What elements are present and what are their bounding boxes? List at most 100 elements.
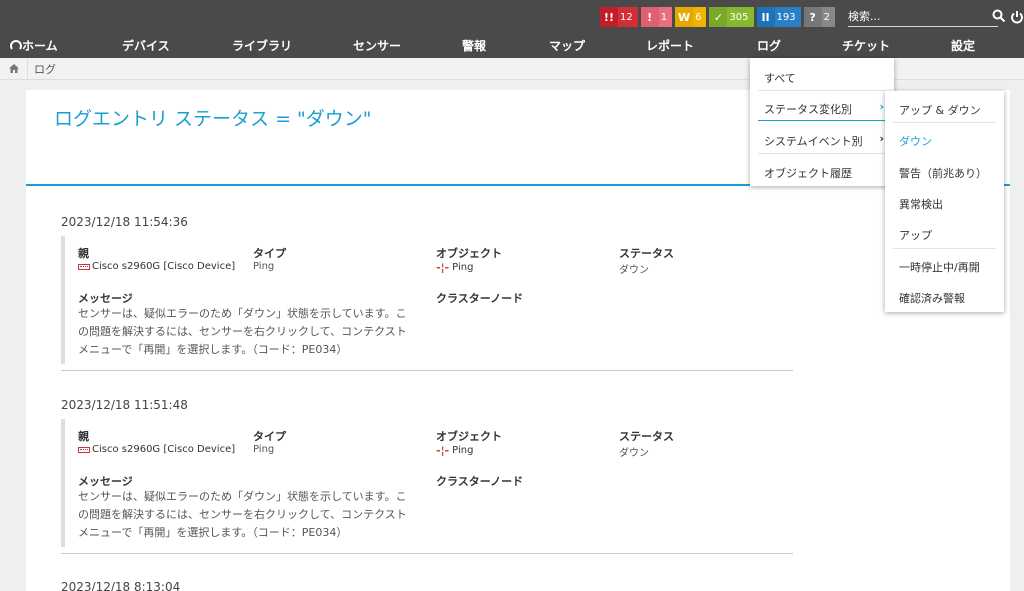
menu-item-all[interactable]: すべて — [764, 70, 796, 86]
submenu-item-paused[interactable]: 一時停止中/再開 — [899, 259, 980, 275]
message-line: メニューで「再開」を選択します。（コード：PE034） — [78, 526, 348, 539]
submenu-item-up-down[interactable]: アップ & ダウン — [899, 102, 981, 118]
status-label: ステータス — [619, 430, 674, 443]
search-input[interactable] — [848, 10, 968, 23]
chevron-right-icon: › — [879, 100, 884, 113]
nav-logs[interactable]: ログ — [757, 37, 781, 54]
menu-divider — [893, 122, 996, 123]
status-badge-up[interactable]: ✓ 305 — [709, 7, 754, 27]
entry-details: 親 Cisco s2960G [Cisco Device] タイプ Ping オ… — [61, 236, 793, 364]
type-value: Ping — [253, 444, 275, 455]
status-badge-down-partial[interactable]: ! 1 — [640, 7, 673, 27]
cluster-node-label: クラスターノード — [436, 292, 524, 305]
nav-alarms[interactable]: 警報 — [462, 37, 486, 54]
nav-sensors[interactable]: センサー — [353, 37, 401, 54]
status-badge-count: 6 — [693, 7, 707, 27]
cluster-node-label: クラスターノード — [436, 475, 524, 488]
power-icon[interactable] — [1010, 10, 1024, 24]
message-line: の問題を解決するには、センサーを右クリックして、コンテクスト — [78, 325, 407, 338]
entry-timestamp: 2023/12/18 11:51:48 — [61, 398, 188, 412]
object-label: オブジェクト — [436, 430, 502, 443]
submenu-item-unusual[interactable]: 異常検出 — [899, 196, 943, 212]
status-badge-icon: W — [675, 7, 694, 27]
nav-tickets[interactable]: チケット — [842, 37, 890, 54]
breadcrumb-home[interactable] — [0, 57, 28, 80]
object-value[interactable]: -¦- Ping — [436, 261, 473, 274]
nav-devices[interactable]: デバイス — [122, 37, 170, 54]
status-badge-warning[interactable]: W6 — [675, 7, 707, 27]
nav-reports[interactable]: レポート — [646, 37, 694, 54]
parent-label: 親 — [78, 247, 89, 260]
breadcrumb-current[interactable]: ログ — [28, 61, 56, 77]
status-badge-count: 12 — [617, 7, 638, 27]
status-value: ダウン — [619, 265, 649, 276]
status-badge-count: 1 — [658, 7, 673, 27]
device-icon — [78, 263, 90, 270]
chevron-right-icon: › — [879, 132, 884, 145]
message-text: センサーは、疑似エラーのため「ダウン」状態を示しています。こ の問題を解決するに… — [78, 305, 423, 359]
prtg-logo-icon — [10, 40, 22, 50]
entry-timestamp: 2023/12/18 11:54:36 — [61, 215, 188, 229]
ping-sensor-icon: -¦- — [436, 444, 450, 457]
type-label: タイプ — [253, 247, 286, 260]
status-badge-icon: ? — [803, 7, 822, 27]
status-value: ダウン — [619, 448, 649, 459]
menu-item-by-status[interactable]: ステータス変化別 — [764, 101, 852, 117]
submenu-item-warning[interactable]: 警告（前兆あり） — [899, 165, 987, 181]
message-line: センサーは、疑似エラーのため「ダウン」状態を示しています。こ — [78, 307, 407, 320]
parent-label: 親 — [78, 430, 89, 443]
parent-text: Cisco s2960G [Cisco Device] — [92, 444, 236, 455]
log-entry: 2023/12/18 11:51:48 親 Cisco s2960G [Cisc… — [61, 398, 793, 554]
status-badge-down-alarms[interactable]: !! 12 — [599, 7, 638, 27]
entry-separator — [61, 553, 793, 554]
status-badge-icon: ! — [640, 7, 659, 27]
nav-setup[interactable]: 設定 — [951, 37, 975, 54]
logs-menu: すべて ステータス変化別 › システムイベント別 › オブジェクト履歴 — [750, 58, 894, 186]
object-label: オブジェクト — [436, 247, 502, 260]
log-entry: 2023/12/18 11:54:36 親 Cisco s2960G [Cisc… — [61, 215, 793, 371]
parent-value[interactable]: Cisco s2960G [Cisco Device] — [78, 261, 235, 272]
log-entry: 2023/12/18 8:13:04 — [61, 580, 793, 591]
nav-library[interactable]: ライブラリ — [232, 37, 292, 54]
submenu-item-acknowledged[interactable]: 確認済み警報 — [899, 290, 965, 306]
page-title: ログエントリ ステータス = "ダウン" — [54, 108, 372, 130]
menu-item-by-system-event[interactable]: システムイベント別 — [764, 133, 863, 149]
status-label: ステータス — [619, 247, 674, 260]
message-text: センサーは、疑似エラーのため「ダウン」状態を示しています。こ の問題を解決するに… — [78, 488, 423, 542]
message-line: センサーは、疑似エラーのため「ダウン」状態を示しています。こ — [78, 490, 407, 503]
status-badge-paused[interactable]: II 193 — [756, 7, 801, 27]
entry-timestamp: 2023/12/18 8:13:04 — [61, 580, 181, 591]
search-box[interactable] — [848, 7, 1006, 27]
entry-separator — [61, 370, 793, 371]
nav-home-label: ホーム — [22, 39, 58, 53]
object-value[interactable]: -¦- Ping — [436, 444, 473, 457]
device-icon — [78, 446, 90, 453]
message-label: メッセージ — [78, 292, 133, 305]
object-text: Ping — [452, 262, 474, 273]
status-badge-count: 2 — [821, 7, 835, 27]
menu-item-object-history[interactable]: オブジェクト履歴 — [764, 165, 852, 181]
message-line: メニューで「再開」を選択します。（コード：PE034） — [78, 343, 348, 356]
menu-divider — [893, 248, 996, 249]
search-icon[interactable] — [992, 9, 1006, 23]
type-value: Ping — [253, 261, 275, 272]
status-badge-icon: ✓ — [709, 7, 728, 27]
submenu-item-down[interactable]: ダウン — [899, 133, 932, 149]
status-badge-icon: II — [756, 7, 775, 27]
object-text: Ping — [452, 445, 474, 456]
main-nav: ホーム デバイス ライブラリ センサー 警報 マップ レポート ログ チケット … — [0, 34, 1024, 58]
message-label: メッセージ — [78, 475, 133, 488]
status-badge-count: 193 — [774, 7, 801, 27]
menu-divider — [758, 153, 886, 154]
parent-value[interactable]: Cisco s2960G [Cisco Device] — [78, 444, 235, 455]
entry-details: 親 Cisco s2960G [Cisco Device] タイプ Ping オ… — [61, 419, 793, 547]
status-badges: !! 12! 1 W 6 ✓ 305 II 193? 2 — [599, 7, 838, 27]
ping-sensor-icon: -¦- — [436, 261, 450, 274]
status-badge-unknown[interactable]: ? 2 — [803, 7, 835, 27]
nav-home[interactable]: ホーム — [10, 37, 58, 54]
submenu-item-up[interactable]: アップ — [899, 227, 932, 243]
message-line: の問題を解決するには、センサーを右クリックして、コンテクスト — [78, 508, 407, 521]
nav-maps[interactable]: マップ — [549, 37, 585, 54]
top-bar: !!12!1W6✓305II193?2 ホーム デバイス ライブラリ センサー … — [0, 0, 1024, 58]
home-icon — [8, 64, 19, 73]
